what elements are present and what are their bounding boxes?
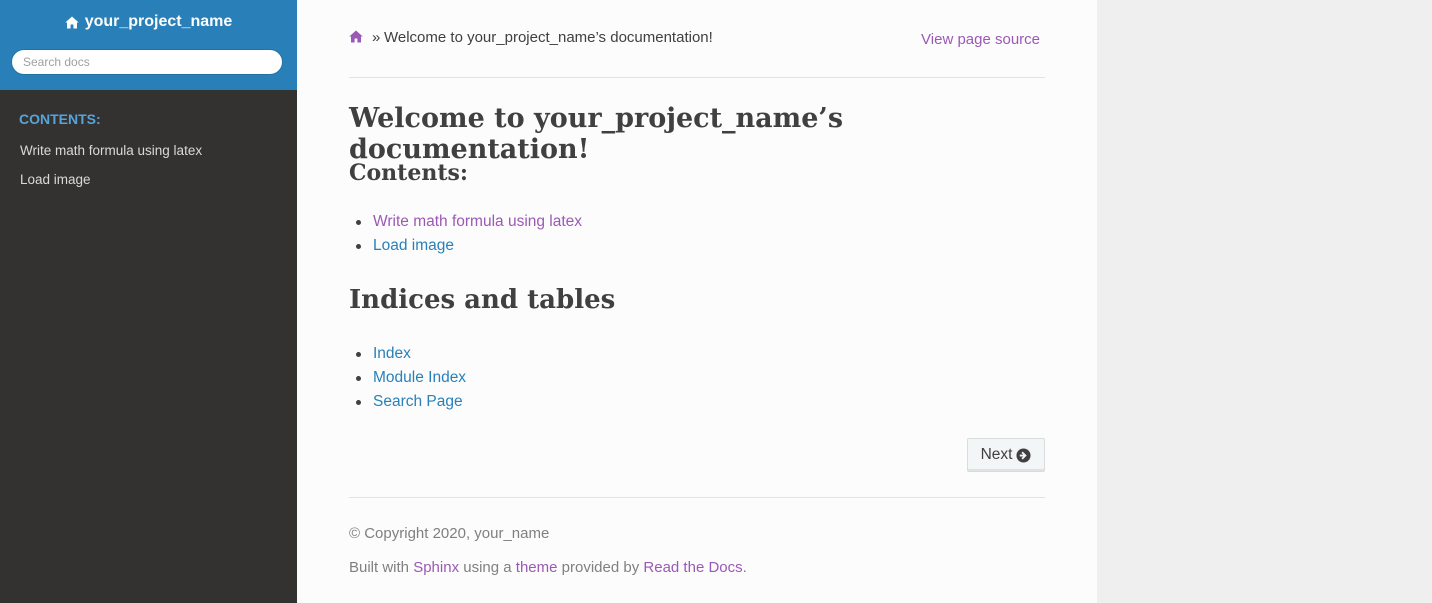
sidebar-header: your_project_name <box>0 0 297 90</box>
built-provided-text: provided by <box>561 559 640 576</box>
next-button-label: Next <box>980 446 1013 463</box>
list-item: Write math formula using latex <box>349 210 582 234</box>
docs-page: your_project_name CONTENTS: Write math f… <box>0 0 1432 603</box>
search-page-link[interactable]: Search Page <box>373 393 463 410</box>
indices-list: Index Module Index Search Page <box>349 342 466 414</box>
indices-heading: Indices and tables <box>349 285 616 315</box>
next-button[interactable]: Next <box>967 438 1045 472</box>
sidebar-caption: CONTENTS: <box>19 111 101 127</box>
list-item: Index <box>349 342 466 366</box>
copyright-text: © Copyright 2020, your_name <box>349 525 550 542</box>
sidebar-item-load-image[interactable]: Load image <box>0 165 297 194</box>
sidebar-nav: Write math formula using latex Load imag… <box>0 136 297 194</box>
contents-link-latex[interactable]: Write math formula using latex <box>373 213 582 230</box>
breadcrumb-current: Welcome to your_project_name’s documenta… <box>384 29 713 46</box>
contents-heading: Contents: <box>349 160 469 186</box>
page-title: Welcome to your_project_name’s documenta… <box>349 103 844 165</box>
breadcrumb: » Welcome to your_project_name’s documen… <box>349 28 1045 50</box>
project-name: your_project_name <box>84 13 233 30</box>
search-input[interactable] <box>11 49 283 75</box>
arrow-circle-right-icon <box>1016 447 1031 463</box>
built-using-text: using a <box>463 559 512 576</box>
view-page-source-link[interactable]: View page source <box>921 31 1040 48</box>
list-item: Load image <box>349 234 582 258</box>
top-divider <box>349 77 1045 78</box>
contents-link-load-image[interactable]: Load image <box>373 237 454 254</box>
home-icon[interactable] <box>349 30 363 43</box>
built-prefix: Built with <box>349 559 410 576</box>
breadcrumb-separator: » <box>372 29 381 46</box>
module-index-link[interactable]: Module Index <box>373 369 466 386</box>
built-period: . <box>742 559 747 576</box>
built-with-text: Built with Sphinx using a theme provided… <box>349 559 747 576</box>
sphinx-link[interactable]: Sphinx <box>413 559 459 576</box>
list-item: Module Index <box>349 366 466 390</box>
main-content-area: » Welcome to your_project_name’s documen… <box>297 0 1097 603</box>
theme-link[interactable]: theme <box>516 559 558 576</box>
list-item: Search Page <box>349 390 466 414</box>
index-link[interactable]: Index <box>373 345 411 362</box>
page-gutter <box>1097 0 1432 603</box>
project-home-link[interactable]: your_project_name <box>0 13 297 31</box>
home-icon <box>64 16 79 29</box>
sidebar: your_project_name CONTENTS: Write math f… <box>0 0 297 603</box>
footer-divider <box>349 497 1045 498</box>
read-the-docs-link[interactable]: Read the Docs <box>643 559 742 576</box>
contents-list: Write math formula using latex Load imag… <box>349 210 582 258</box>
sidebar-item-latex[interactable]: Write math formula using latex <box>0 136 297 165</box>
